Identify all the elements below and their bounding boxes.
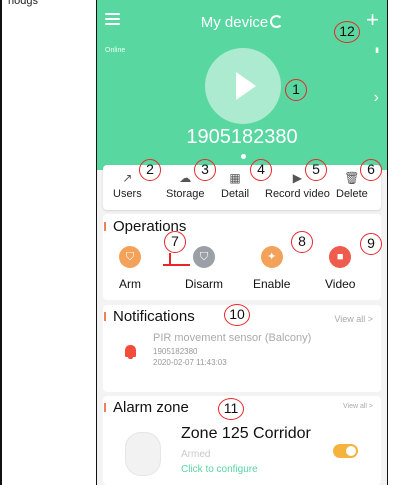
video-label: Video xyxy=(325,277,356,291)
marker-11: 11 xyxy=(218,398,244,420)
enable-button[interactable]: ✦ Enable xyxy=(253,246,290,291)
arm-button[interactable]: ⛉ Arm xyxy=(119,246,141,291)
notifications-title: Notifications xyxy=(104,308,195,325)
marker-4: 4 xyxy=(250,159,272,181)
caption-text: hodgs xyxy=(8,0,38,7)
operations-section: Operations ⛉ Arm ⛉ Disarm ✦ Enable ■ Vid… xyxy=(103,214,381,300)
shield-off-icon: ⛉ xyxy=(193,246,215,268)
alarm-zone-title: Alarm zone xyxy=(104,399,189,416)
configure-zone-link[interactable]: Click to configure xyxy=(181,464,258,475)
detail-label: Detail xyxy=(221,188,250,200)
marker-12: 12 xyxy=(334,21,360,43)
detail-button[interactable]: ▦ Detail xyxy=(221,171,250,201)
storage-label: Storage xyxy=(166,188,205,200)
shield-icon: ⛉ xyxy=(119,246,141,268)
marker-8: 8 xyxy=(291,231,313,253)
sensor-image xyxy=(125,432,161,476)
delete-label: Delete xyxy=(336,188,368,200)
disarm-label: Disarm xyxy=(185,277,223,291)
zone-status: Armed xyxy=(181,449,211,460)
disarm-button[interactable]: ⛉ Disarm xyxy=(185,246,223,291)
marker-9: 9 xyxy=(360,233,382,255)
marker-5: 5 xyxy=(305,159,327,181)
add-device-icon[interactable]: + xyxy=(366,9,379,31)
video-button[interactable]: ■ Video xyxy=(325,246,355,291)
enable-label: Enable xyxy=(253,277,291,291)
alarm-zone-view-all-link[interactable]: View all > xyxy=(343,403,373,410)
page-title-text: My device xyxy=(200,14,269,31)
users-button[interactable]: ↗ Users xyxy=(113,171,142,201)
zone-name: Zone 125 Corridor xyxy=(181,425,311,442)
marker-7-span xyxy=(163,264,190,266)
marker-2: 2 xyxy=(139,159,161,181)
marker-10: 10 xyxy=(224,304,250,326)
play-button[interactable] xyxy=(205,48,281,124)
online-status: Online xyxy=(105,47,126,54)
marker-1: 1 xyxy=(285,79,307,101)
notification-device: 1905182380 xyxy=(153,347,198,356)
video-icon: ■ xyxy=(329,246,352,268)
signal-icon: ▮ xyxy=(375,47,379,54)
grid-icon: ▦ xyxy=(229,171,241,185)
bell-icon xyxy=(125,345,136,359)
chevron-right-icon[interactable]: › xyxy=(374,89,379,107)
record-video-label: Record video xyxy=(265,188,330,200)
left-divider xyxy=(0,0,2,485)
marker-7: 7 xyxy=(164,231,186,253)
location-icon xyxy=(241,154,246,159)
device-id: 1905182380 xyxy=(186,126,298,148)
person-icon: ✦ xyxy=(260,246,283,268)
notifications-view-all-link[interactable]: View all > xyxy=(334,314,373,324)
zone-toggle[interactable] xyxy=(333,444,358,458)
refresh-icon[interactable] xyxy=(270,15,284,28)
marker-6: 6 xyxy=(360,159,382,181)
notification-time: 2020-02-07 11:43:03 xyxy=(153,358,227,367)
marker-3: 3 xyxy=(194,159,216,181)
users-label: Users xyxy=(113,188,142,200)
arm-label: Arm xyxy=(119,277,141,291)
share-icon: ↗ xyxy=(122,171,133,185)
notification-text[interactable]: PIR movement sensor (Balcony) xyxy=(153,332,311,344)
